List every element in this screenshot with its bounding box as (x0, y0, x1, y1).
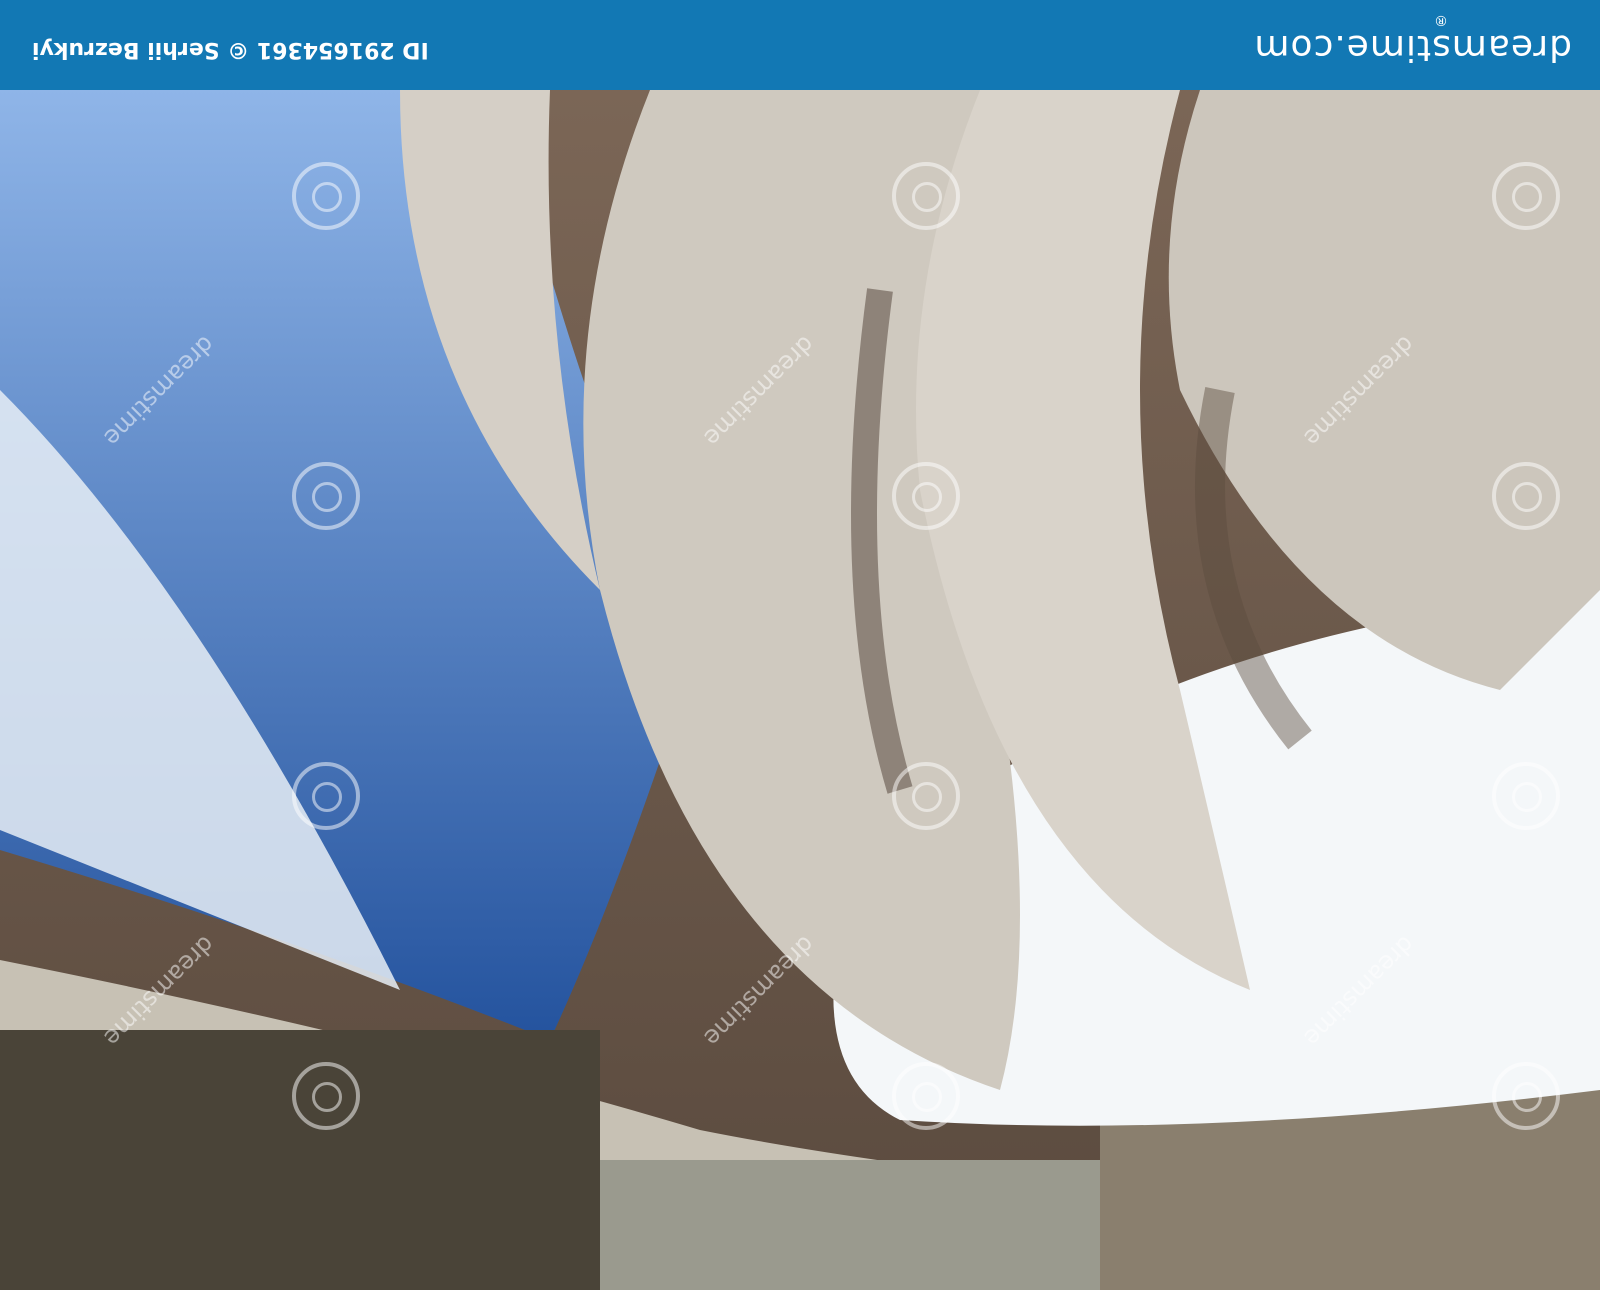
watermark-swirl-icon (892, 762, 960, 830)
watermark-swirl-icon (292, 1062, 360, 1130)
watermark-swirl-icon (892, 1062, 960, 1130)
image-stage: dreamstime dreamstime dreamstime dreamst… (0, 0, 1600, 1290)
brand-logo: dreamstime.com (1253, 27, 1572, 68)
watermark-swirl-icon (1492, 162, 1560, 230)
watermark-swirl-icon (892, 462, 960, 530)
watermark-swirl-icon (1492, 1062, 1560, 1130)
watermark-swirl-icon (292, 762, 360, 830)
photo: dreamstime dreamstime dreamstime dreamst… (0, 90, 1600, 1290)
footer-banner: dreamstime.com ® ID 291654361 © Serhii B… (0, 0, 1600, 90)
watermark-swirl-icon (1492, 762, 1560, 830)
watermark-swirl-icon (1492, 462, 1560, 530)
snowy-path-photo (0, 90, 1600, 1290)
image-credit: ID 291654361 © Serhii Bezrukyi (32, 37, 429, 62)
watermark-swirl-icon (892, 162, 960, 230)
registered-mark: ® (1434, 12, 1448, 28)
watermark-swirl-icon (292, 462, 360, 530)
watermark-swirl-icon (292, 162, 360, 230)
